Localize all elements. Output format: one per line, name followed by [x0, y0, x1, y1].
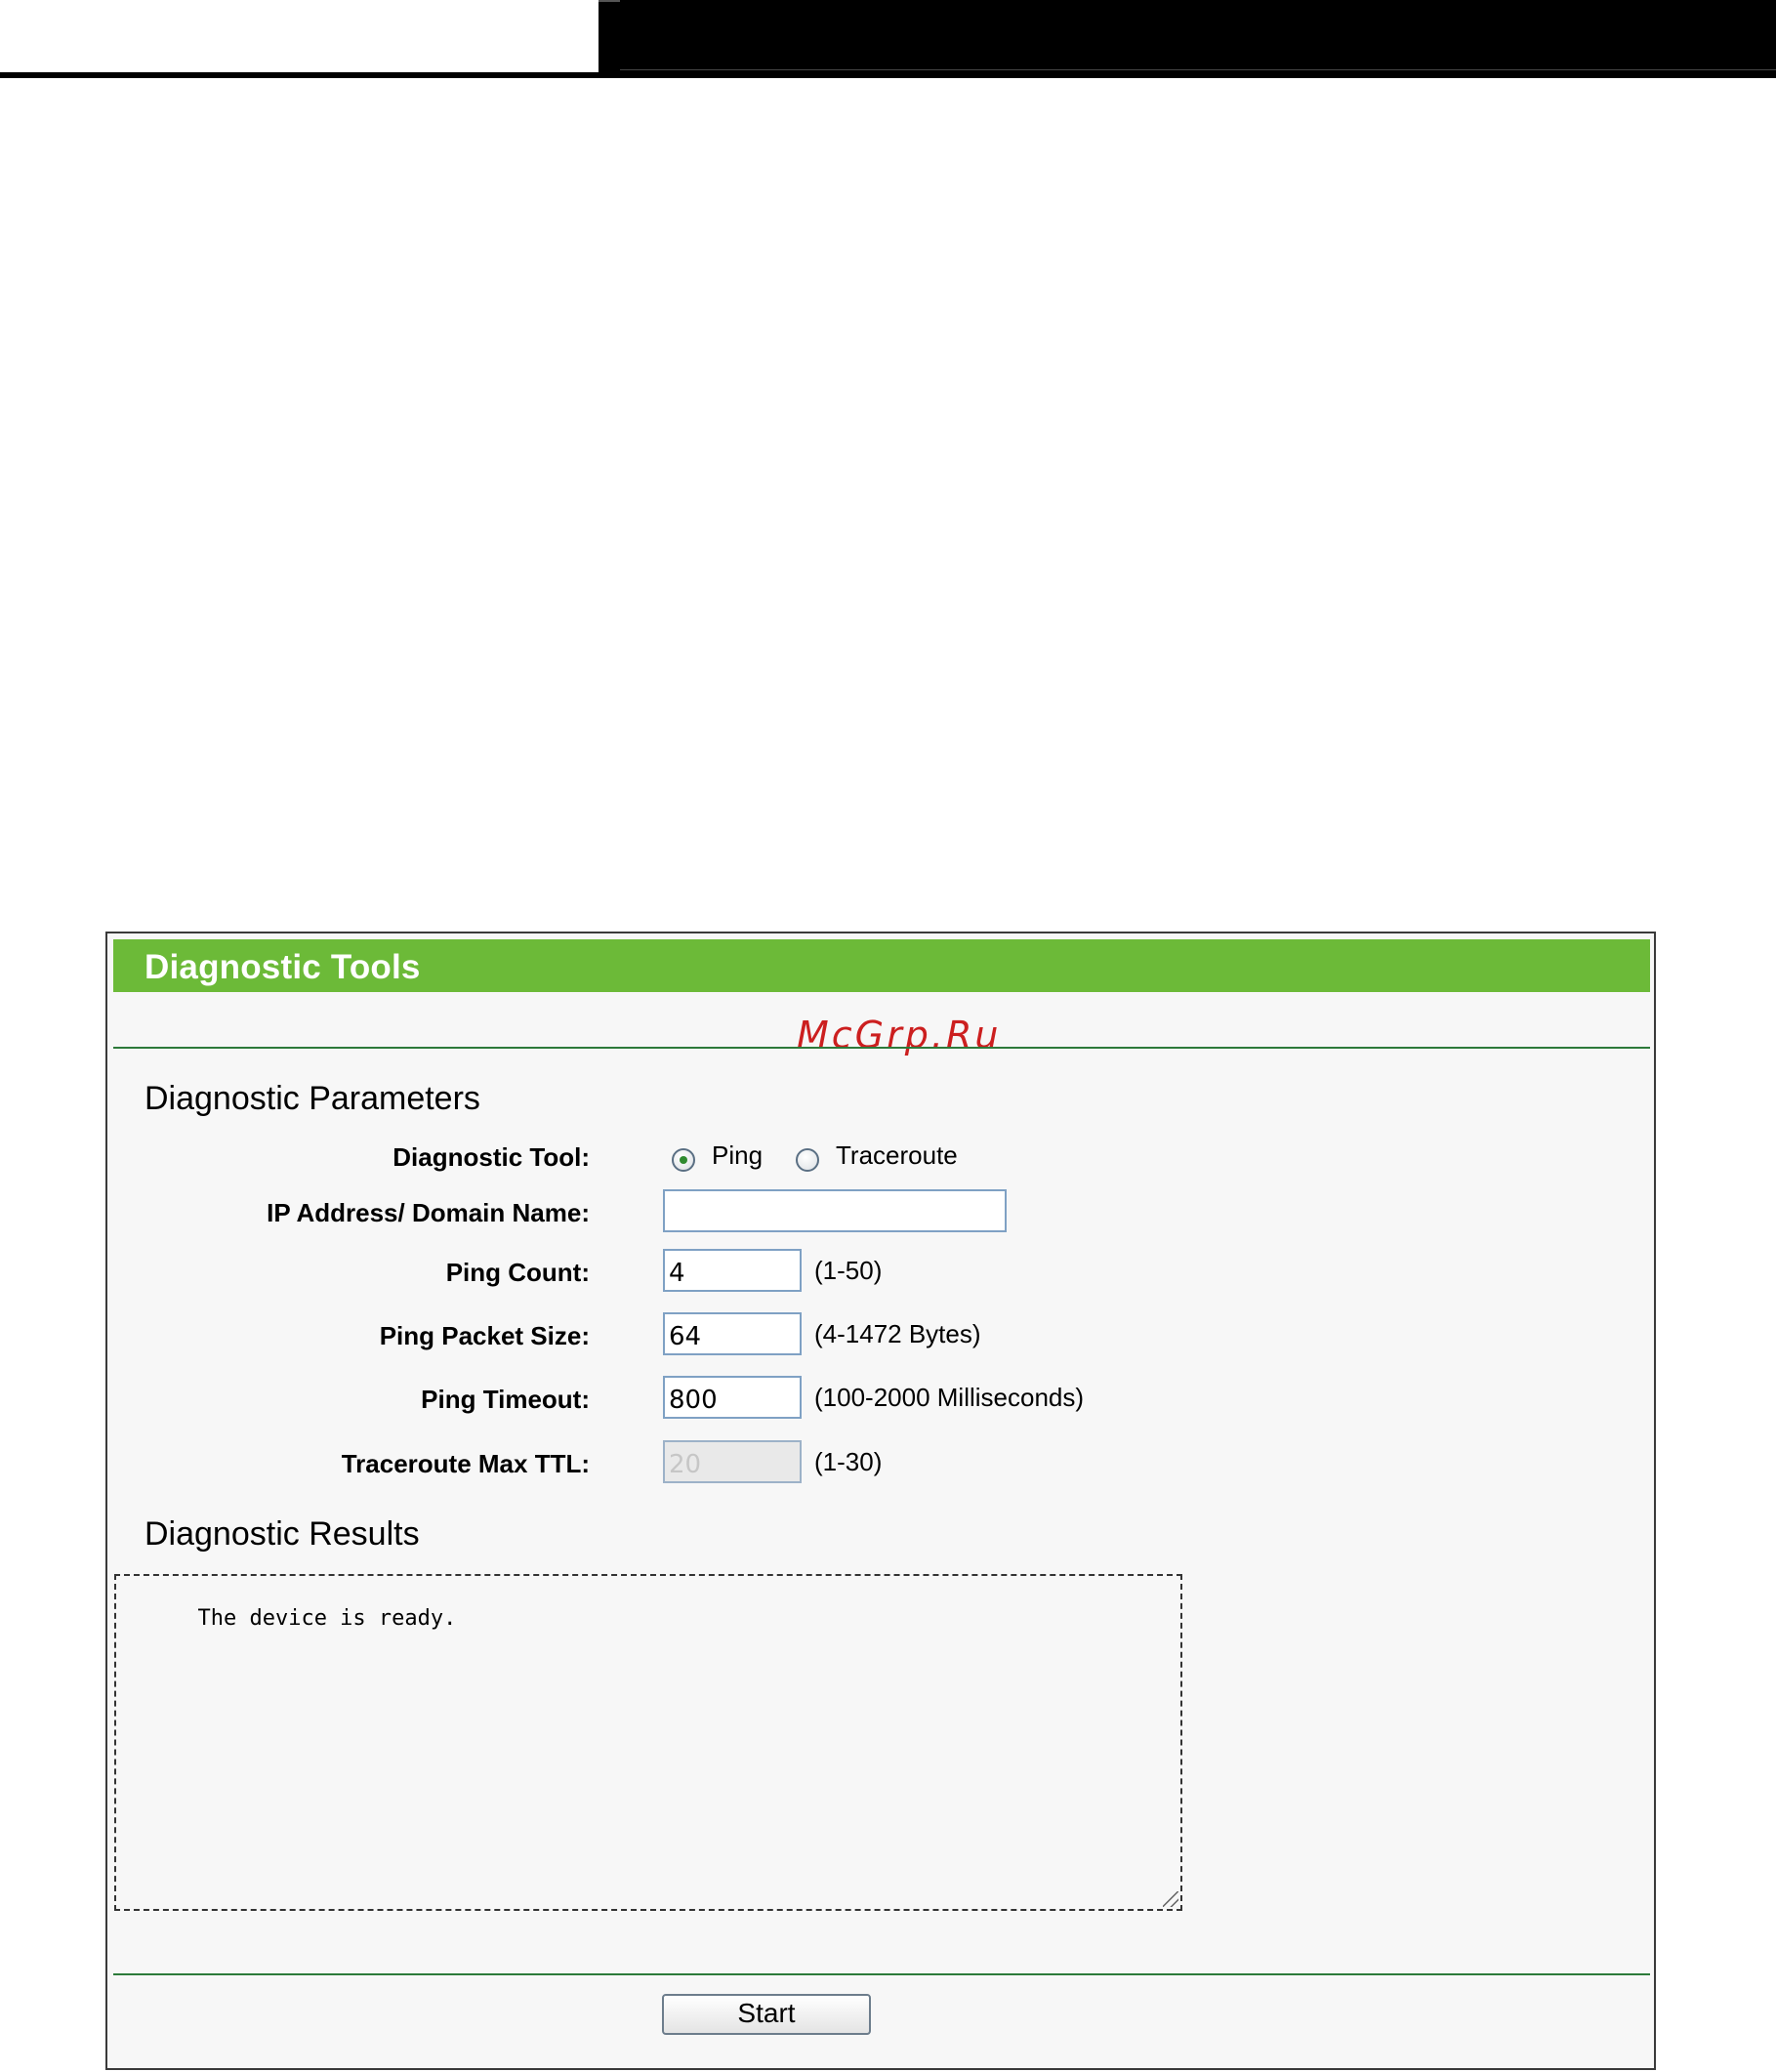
panel-header: Diagnostic Tools: [113, 939, 1650, 992]
divider-top: [113, 1047, 1650, 1049]
top-black-bar: [599, 0, 1776, 72]
page: Diagnostic Tools McGrp.Ru Diagnostic Par…: [0, 0, 1776, 2072]
radio-selected-dot: [680, 1156, 687, 1164]
ip-address-input[interactable]: [663, 1189, 1007, 1232]
ping-count-label: Ping Count:: [445, 1258, 590, 1287]
ip-address-label: IP Address/ Domain Name:: [267, 1198, 590, 1227]
ping-timeout-input[interactable]: [663, 1376, 802, 1419]
divider-bottom: [113, 1973, 1650, 1975]
ping-timeout-label: Ping Timeout:: [421, 1385, 590, 1414]
ping-timeout-hint: (100-2000 Milliseconds): [814, 1383, 1085, 1412]
parameters-heading: Diagnostic Parameters: [145, 1080, 480, 1117]
ping-packet-size-hint: (4-1472 Bytes): [814, 1319, 981, 1348]
start-button[interactable]: Start: [662, 1994, 871, 2035]
ping-radio[interactable]: [672, 1148, 695, 1172]
traceroute-radio[interactable]: [796, 1148, 819, 1172]
traceroute-max-ttl-label: Traceroute Max TTL:: [341, 1449, 590, 1478]
results-heading: Diagnostic Results: [145, 1515, 420, 1553]
ping-count-input[interactable]: [663, 1249, 802, 1292]
traceroute-max-ttl-hint: (1-30): [814, 1447, 883, 1476]
panel-title: Diagnostic Tools: [145, 948, 421, 986]
results-text: The device is ready.: [197, 1606, 457, 1631]
ping-packet-size-label: Ping Packet Size:: [379, 1321, 590, 1350]
diagnostic-tool-label: Diagnostic Tool:: [392, 1142, 590, 1172]
ping-packet-size-input[interactable]: [663, 1312, 802, 1355]
top-rule: [0, 72, 1776, 78]
ping-count-hint: (1-50): [814, 1256, 883, 1285]
watermark: McGrp.Ru: [797, 1014, 1002, 1057]
ping-radio-label[interactable]: Ping: [712, 1140, 763, 1171]
resize-grip-icon[interactable]: [1163, 1891, 1178, 1907]
traceroute-max-ttl-input[interactable]: [663, 1440, 802, 1483]
traceroute-radio-label[interactable]: Traceroute: [836, 1140, 958, 1171]
diagnostic-tools-panel: Diagnostic Tools McGrp.Ru Diagnostic Par…: [105, 932, 1656, 2070]
results-textarea[interactable]: The device is ready.: [114, 1574, 1182, 1911]
